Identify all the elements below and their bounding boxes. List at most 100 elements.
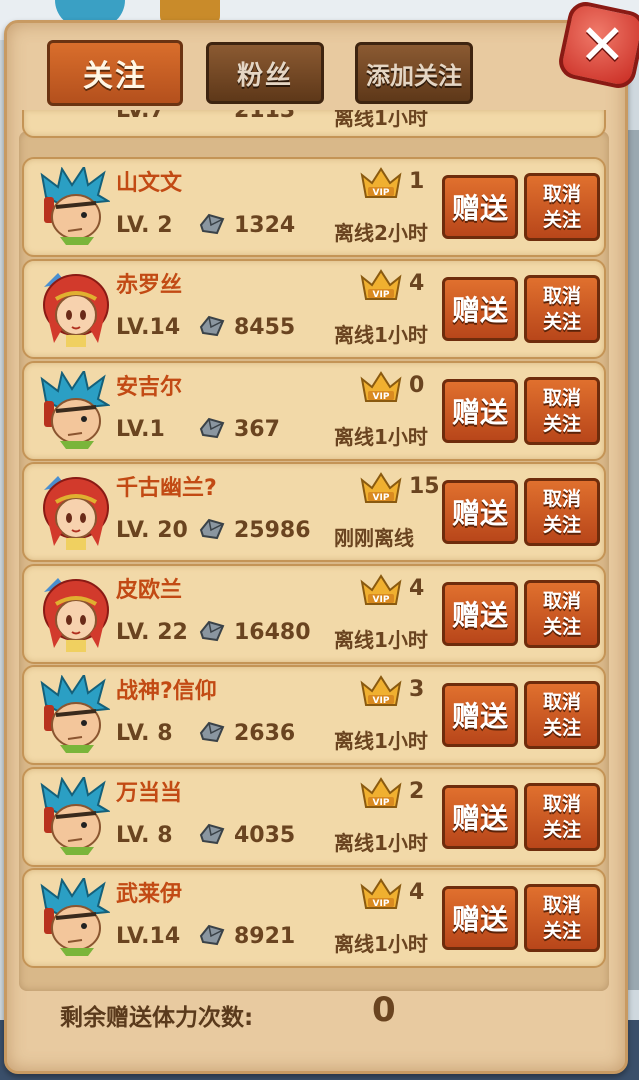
player-status: 离线1小时: [334, 110, 428, 130]
unfollow-button[interactable]: 取消 关注: [524, 580, 600, 648]
player-level: LV.1: [116, 417, 165, 442]
power-icon: [199, 315, 225, 337]
player-name: 万当当: [116, 781, 183, 806]
vip-level: 4: [409, 576, 425, 601]
avatar: [38, 164, 112, 245]
player-level: LV. 8: [116, 721, 173, 746]
unfollow-button[interactable]: 取消 关注: [524, 681, 600, 749]
power-icon: [199, 721, 225, 743]
player-status: 离线1小时: [334, 932, 428, 956]
player-level: LV. 8: [116, 823, 173, 848]
avatar: [38, 269, 110, 347]
list-item: 安吉尔 LV.1 367 VIP 0 离线1小时 赠送 取消 关注: [22, 361, 606, 461]
unfollow-label-line1: 取消: [542, 387, 581, 409]
list-item: 千古幽兰? LV. 20 25986 VIP 15 刚刚离线 赠送 取消 关注: [22, 462, 606, 562]
svg-text:VIP: VIP: [373, 899, 390, 909]
unfollow-label-line2: 关注: [542, 819, 581, 841]
gift-button[interactable]: 赠送: [442, 379, 518, 443]
tab-add-follow[interactable]: 添加关注: [355, 42, 473, 104]
gift-button[interactable]: 赠送: [442, 785, 518, 849]
gift-button[interactable]: 赠送: [442, 480, 518, 544]
player-power: 1324: [234, 213, 296, 238]
vip-level: 1: [409, 169, 425, 194]
gift-button[interactable]: 赠送: [442, 582, 518, 646]
player-power: 16480: [234, 620, 311, 645]
player-power: 8455: [234, 315, 296, 340]
player-name: 战神?信仰: [116, 679, 217, 704]
unfollow-label-line2: 关注: [542, 209, 581, 231]
power-icon: [199, 417, 225, 439]
list-item: 武莱伊 LV.14 8921 VIP 4 离线1小时 赠送 取消 关注: [22, 868, 606, 968]
unfollow-button[interactable]: 取消 关注: [524, 173, 600, 241]
vip-crown-icon: VIP: [358, 876, 404, 912]
unfollow-label-line1: 取消: [542, 590, 581, 612]
power-icon: [199, 823, 225, 845]
list-item-partial: LV.7 2113 离线1小时: [22, 110, 606, 138]
vip-level: 0: [409, 373, 425, 398]
vip-level: 2: [409, 779, 425, 804]
unfollow-label-line1: 取消: [542, 183, 581, 205]
power-icon: [199, 924, 225, 946]
gift-button[interactable]: 赠送: [442, 175, 518, 239]
player-name: 山文文: [116, 171, 183, 196]
avatar: [38, 472, 110, 550]
unfollow-label-line1: 取消: [542, 488, 581, 510]
tab-follow[interactable]: 关注: [47, 40, 183, 106]
player-level: LV. 20: [116, 518, 188, 543]
vip-crown-icon: VIP: [358, 572, 404, 608]
player-status: 离线1小时: [334, 323, 428, 347]
vip-crown-icon: VIP: [358, 267, 404, 303]
list-item: 万当当 LV. 8 4035 VIP 2 离线1小时 赠送 取消 关注: [22, 767, 606, 867]
player-status: 离线1小时: [334, 729, 428, 753]
svg-text:VIP: VIP: [373, 392, 390, 402]
player-name: 千古幽兰?: [116, 476, 217, 501]
vip-crown-icon: VIP: [358, 775, 404, 811]
avatar: [38, 574, 110, 652]
player-name: 皮欧兰: [116, 578, 183, 603]
player-status: 离线2小时: [334, 221, 428, 245]
vip-crown-icon: VIP: [358, 673, 404, 709]
player-status: 离线1小时: [334, 831, 428, 855]
unfollow-button[interactable]: 取消 关注: [524, 884, 600, 952]
vip-crown-icon: VIP: [358, 369, 404, 405]
unfollow-button[interactable]: 取消 关注: [524, 783, 600, 851]
gift-button[interactable]: 赠送: [442, 277, 518, 341]
vip-crown-icon: VIP: [358, 470, 404, 506]
player-level: LV.14: [116, 315, 181, 340]
player-status: 离线1小时: [334, 628, 428, 652]
svg-text:VIP: VIP: [373, 696, 390, 706]
player-level: LV.7: [116, 110, 165, 123]
player-status: 离线1小时: [334, 425, 428, 449]
unfollow-button[interactable]: 取消 关注: [524, 275, 600, 343]
player-name: 武莱伊: [116, 882, 183, 907]
gift-button[interactable]: 赠送: [442, 886, 518, 950]
power-icon: [199, 620, 225, 642]
player-level: LV.14: [116, 924, 181, 949]
remaining-gifts-label: 剩余赠送体力次数:: [60, 1005, 254, 1031]
remaining-gifts-value: 0: [372, 990, 396, 1030]
unfollow-label-line2: 关注: [542, 413, 581, 435]
list-item: 赤罗丝 LV.14 8455 VIP 4 离线1小时 赠送 取消 关注: [22, 259, 606, 359]
vip-level: 4: [409, 271, 425, 296]
list-item: 战神?信仰 LV. 8 2636 VIP 3 离线1小时 赠送 取消 关注: [22, 665, 606, 765]
player-level: LV. 2: [116, 213, 173, 238]
unfollow-label-line1: 取消: [542, 691, 581, 713]
unfollow-label-line2: 关注: [542, 616, 581, 638]
player-power: 25986: [234, 518, 311, 543]
avatar: [38, 875, 112, 956]
unfollow-label-line1: 取消: [542, 793, 581, 815]
unfollow-button[interactable]: 取消 关注: [524, 478, 600, 546]
player-power: 2636: [234, 721, 296, 746]
unfollow-label-line2: 关注: [542, 920, 581, 942]
player-power: 2113: [234, 110, 296, 123]
unfollow-button[interactable]: 取消 关注: [524, 377, 600, 445]
svg-text:VIP: VIP: [373, 290, 390, 300]
gift-button[interactable]: 赠送: [442, 683, 518, 747]
svg-text:VIP: VIP: [373, 595, 390, 605]
unfollow-label-line1: 取消: [542, 894, 581, 916]
player-level: LV. 22: [116, 620, 188, 645]
tab-fans[interactable]: 粉丝: [206, 42, 324, 104]
vip-level: 4: [409, 880, 425, 905]
list-item: 皮欧兰 LV. 22 16480 VIP 4 离线1小时 赠送 取消 关注: [22, 564, 606, 664]
vip-level: 3: [409, 677, 425, 702]
